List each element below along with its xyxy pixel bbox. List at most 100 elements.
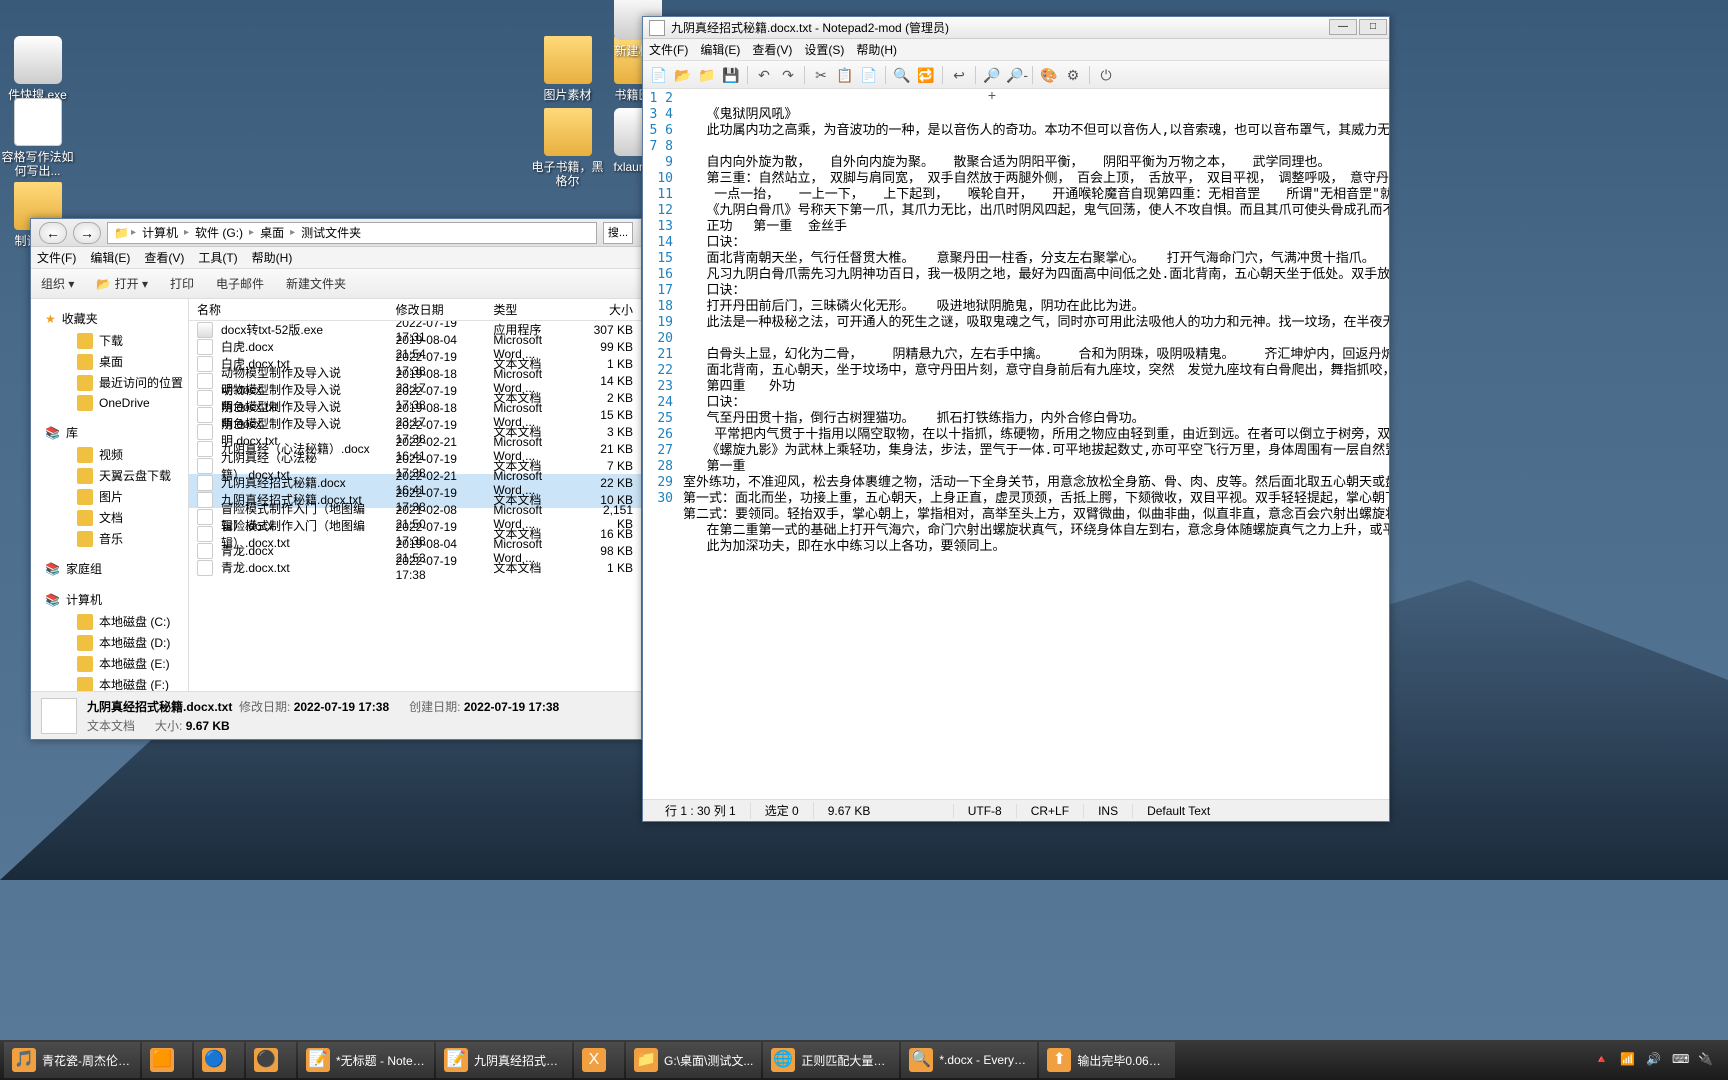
input-icon[interactable]: ⌨ (1672, 1052, 1688, 1068)
nav-item[interactable]: 本地磁盘 (D:) (45, 632, 188, 653)
nav-item[interactable]: 本地磁盘 (C:) (45, 611, 188, 632)
taskbar-button[interactable]: 📝九阴真经招式秘... (436, 1042, 572, 1078)
taskbar-button[interactable]: 🔍*.docx - Everything (901, 1042, 1037, 1078)
new-icon[interactable]: 📄 (649, 65, 669, 85)
desktop-icon[interactable]: 件快搜.exe (0, 36, 75, 102)
nav-item[interactable]: 视频 (45, 444, 188, 465)
wifi-icon[interactable]: 📶 (1620, 1052, 1636, 1068)
taskbar-button[interactable]: X (574, 1042, 624, 1078)
system-tray[interactable]: 🔺 📶 🔊 ⌨ 🔌 (1594, 1052, 1724, 1068)
taskbar-button[interactable]: 📝*无标题 - Notepa... (298, 1042, 434, 1078)
editor-area[interactable]: 1 2 3 4 5 6 7 8 9 10 11 12 13 14 15 16 1… (643, 89, 1389, 799)
taskbar-button[interactable]: 🎵青花瓷-周杰伦-酷... (4, 1042, 140, 1078)
taskbar[interactable]: 🎵青花瓷-周杰伦-酷... 🟧 🔵 ⚫📝*无标题 - Notepa...📝九阴真经招式… (0, 1040, 1728, 1080)
nav-header[interactable]: ★收藏夹 (45, 307, 188, 330)
navigation-pane[interactable]: ★收藏夹下载桌面最近访问的位置OneDrive 📚库视频天翼云盘下载图片文档音乐 📚… (31, 299, 189, 691)
explorer-titlebar[interactable]: ← → 📁▸计算机▸软件 (G:)▸桌面▸测试文件夹 搜... (31, 219, 641, 247)
menu-item[interactable]: 文件(F) (37, 249, 76, 266)
menu-item[interactable]: 设置(S) (804, 41, 844, 58)
minimize-button[interactable]: — (1329, 19, 1357, 35)
taskbar-button[interactable]: ⬆输出完毕0.063秒 (1039, 1042, 1175, 1078)
desktop-icon[interactable]: 容格写作法如何写出... (0, 98, 75, 179)
copy-icon[interactable]: 📋 (835, 65, 855, 85)
menu-item[interactable]: 编辑(E) (90, 249, 130, 266)
file-list[interactable]: 名称修改日期类型大小 docx转txt-52版.exe2022-07-19 17… (189, 299, 641, 691)
menu-item[interactable]: 工具(T) (198, 249, 237, 266)
nav-item[interactable]: 音乐 (45, 528, 188, 549)
open-icon[interactable]: 📂 (673, 65, 693, 85)
paste-icon[interactable]: 📄 (859, 65, 879, 85)
column-header[interactable]: 名称 (189, 299, 388, 320)
taskbar-button[interactable]: 🔵 (194, 1042, 244, 1078)
wordwrap-icon[interactable]: ↩ (949, 65, 969, 85)
editor-content[interactable]: 《鬼狱阴风吼》 此功属内功之高乘，为音波功的一种，是以音伤人的奇功。本功不但可以… (679, 89, 1389, 799)
menu-item[interactable]: 查看(V) (752, 41, 792, 58)
zoomout-icon[interactable]: 🔎- (1006, 65, 1026, 85)
column-header[interactable]: 类型 (485, 299, 581, 320)
breadcrumb-seg[interactable]: 桌面 (256, 222, 288, 243)
redo-icon[interactable]: ↷ (778, 65, 798, 85)
toolbar-button[interactable]: 组织 ▾ (41, 275, 74, 292)
notepad-titlebar[interactable]: 九阴真经招式秘籍.docx.txt - Notepad2-mod (管理员) —… (643, 17, 1389, 39)
breadcrumb-seg[interactable]: 软件 (G:) (191, 222, 247, 243)
app-icon: ⬆ (1047, 1048, 1071, 1072)
volume-icon[interactable]: 🔊 (1646, 1052, 1662, 1068)
tray-icon[interactable]: 🔺 (1594, 1052, 1610, 1068)
desktop-icon[interactable]: 电子书籍，黑格尔 (530, 108, 605, 189)
menu-item[interactable]: 帮助(H) (856, 41, 897, 58)
toolbar-button[interactable]: 电子邮件 (216, 275, 264, 292)
menu-item[interactable]: 查看(V) (144, 249, 184, 266)
toolbar-button[interactable]: 打印 (170, 275, 194, 292)
undo-icon[interactable]: ↶ (754, 65, 774, 85)
taskbar-button[interactable]: 🌐正则匹配大量关... (763, 1042, 899, 1078)
nav-item[interactable]: 本地磁盘 (F:) (45, 674, 188, 691)
desktop-icon[interactable]: 图片素材 (530, 36, 605, 102)
find-icon[interactable]: 🔍 (892, 65, 912, 85)
task-label: 正则匹配大量关... (801, 1052, 891, 1069)
nav-item[interactable]: 文档 (45, 507, 188, 528)
taskbar-button[interactable]: 📁G:\桌面\测试文... (626, 1042, 761, 1078)
maximize-button[interactable]: □ (1359, 19, 1387, 35)
column-header[interactable]: 修改日期 (388, 299, 486, 320)
nav-header[interactable]: 📚库 (45, 421, 188, 444)
menu-item[interactable]: 编辑(E) (700, 41, 740, 58)
nav-item[interactable]: 本地磁盘 (E:) (45, 653, 188, 674)
nav-header[interactable]: 📚家庭组 (45, 557, 188, 580)
folder-icon (77, 375, 93, 391)
cut-icon[interactable]: ✂ (811, 65, 831, 85)
toolbar-button[interactable]: 新建文件夹 (286, 275, 346, 292)
file-list-header[interactable]: 名称修改日期类型大小 (189, 299, 641, 321)
app-icon: 🔵 (202, 1048, 226, 1072)
column-header[interactable]: 大小 (581, 299, 641, 320)
folder-icon (77, 510, 93, 526)
breadcrumb-seg[interactable]: 测试文件夹 (297, 222, 365, 243)
exit-icon[interactable]: ⏻ (1096, 65, 1116, 85)
nav-item[interactable]: OneDrive (45, 393, 188, 413)
nav-item[interactable]: 桌面 (45, 351, 188, 372)
address-bar[interactable]: 📁▸计算机▸软件 (G:)▸桌面▸测试文件夹 (107, 222, 597, 244)
scheme-icon[interactable]: 🎨 (1039, 65, 1059, 85)
customize-icon[interactable]: ⚙ (1063, 65, 1083, 85)
back-button[interactable]: ← (39, 222, 67, 244)
power-icon[interactable]: 🔌 (1698, 1052, 1714, 1068)
browse-icon[interactable]: 📁 (697, 65, 717, 85)
breadcrumb-seg[interactable]: 计算机 (138, 222, 182, 243)
forward-button[interactable]: → (73, 222, 101, 244)
nav-item[interactable]: 天翼云盘下载 (45, 465, 188, 486)
app-icon: 🟧 (150, 1048, 174, 1072)
save-icon[interactable]: 💾 (721, 65, 741, 85)
icon-label: 图片素材 (530, 88, 605, 102)
replace-icon[interactable]: 🔁 (916, 65, 936, 85)
toolbar-button[interactable]: 📂 打开 ▾ (96, 275, 148, 292)
zoomin-icon[interactable]: 🔎+ (982, 65, 1002, 85)
menu-item[interactable]: 帮助(H) (252, 249, 293, 266)
nav-item[interactable]: 图片 (45, 486, 188, 507)
taskbar-button[interactable]: ⚫ (246, 1042, 296, 1078)
nav-header[interactable]: 📚计算机 (45, 588, 188, 611)
nav-item[interactable]: 最近访问的位置 (45, 372, 188, 393)
search-box[interactable]: 搜... (603, 222, 633, 244)
file-row[interactable]: 青龙.docx.txt2022-07-19 17:38文本文档1 KB (189, 559, 641, 576)
menu-item[interactable]: 文件(F) (649, 41, 688, 58)
taskbar-button[interactable]: 🟧 (142, 1042, 192, 1078)
nav-item[interactable]: 下载 (45, 330, 188, 351)
